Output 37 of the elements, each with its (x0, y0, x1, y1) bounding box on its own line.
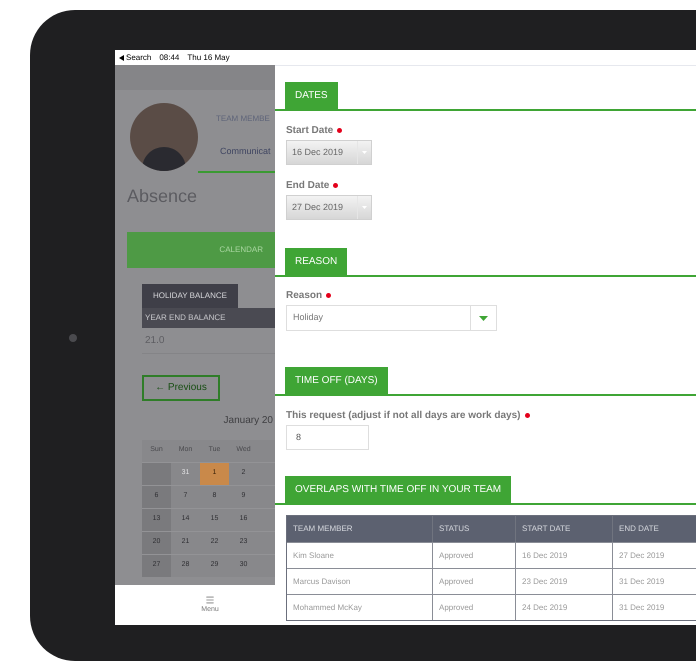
table-cell: 23 Dec 2019 (516, 569, 613, 594)
balance-header: YEAR END BALANCE (142, 308, 275, 328)
calendar-month: January 20 (224, 414, 273, 428)
table-cell: Marcus Davison (287, 569, 433, 594)
caret-icon (479, 316, 488, 320)
table-cell: 27 Dec 2019 (613, 543, 696, 568)
column-header: START DATE (516, 516, 613, 542)
profile-department: Communicat (219, 145, 272, 158)
field-label: This request (adjust if not all days are work days) (286, 409, 521, 423)
column-header: END DATE (613, 516, 696, 542)
field-label: Reason (286, 289, 322, 303)
previous-button[interactable]: ← Previous (142, 374, 220, 400)
table-cell: 16 Dec 2019 (516, 543, 613, 568)
days-input[interactable]: 8 (286, 425, 369, 450)
back-link[interactable]: Search (126, 52, 152, 64)
table-cell: Mohammed McKay (287, 595, 433, 620)
status-date: Thu 16 May (187, 52, 230, 64)
date-select[interactable]: 27 Dec 2019 (286, 195, 372, 220)
table-cell: 31 Dec 2019 (613, 595, 696, 620)
table-cell: 24 Dec 2019 (516, 595, 613, 620)
table-cell: 31 Dec 2019 (613, 569, 696, 594)
calendar-tab[interactable]: CALENDAR (127, 232, 275, 268)
menu-icon (204, 594, 215, 605)
table-cell: Kim Sloane (287, 543, 433, 568)
table-cell: Approved (433, 543, 516, 568)
status-time: 08:44 (159, 52, 180, 64)
table-cell: Approved (433, 569, 516, 594)
field-label: End Date (286, 179, 330, 193)
back-arrow-icon[interactable] (119, 54, 124, 60)
empty-day-cell (142, 462, 171, 484)
column-header: STATUS (433, 516, 516, 542)
camera-icon (68, 334, 76, 342)
reason-select[interactable]: Holiday (286, 305, 497, 331)
field-label: Start Date (286, 124, 334, 138)
date-select[interactable]: 16 Dec 2019 (286, 140, 372, 165)
table-cell: Approved (433, 595, 516, 620)
column-header: TEAM MEMBER (287, 516, 433, 542)
